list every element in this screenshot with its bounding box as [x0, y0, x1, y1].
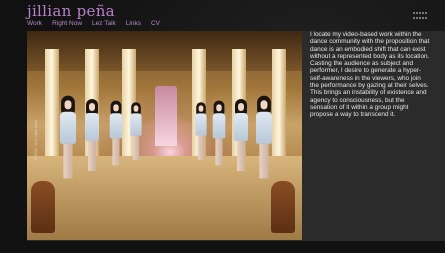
nav-item-work[interactable]: Work: [27, 20, 42, 27]
site-title[interactable]: jillian peña: [27, 2, 115, 20]
dancer-figure: [58, 95, 79, 179]
dog-figure: [31, 181, 55, 233]
dancer-figure: [211, 100, 227, 166]
nav-item-lez-talk[interactable]: Lez Talk: [92, 20, 116, 27]
image-credit: © 2008 - 2012 jillian peña: [34, 120, 38, 160]
nav-item-cv[interactable]: CV: [151, 20, 160, 27]
statement-text: I locate my video-based work within the …: [310, 31, 430, 119]
main-nav: Work Right Now Lez Talk Links CV: [27, 20, 160, 27]
dancer-figure: [83, 99, 101, 171]
nav-item-right-now[interactable]: Right Now: [52, 20, 82, 27]
dancer-figure: [108, 100, 124, 166]
page: jillian peña Work Right Now Lez Talk Lin…: [0, 0, 445, 253]
dog-figure: [271, 181, 295, 233]
dancer-figure: [194, 102, 208, 160]
dancer-figure: [254, 95, 275, 179]
ceiling: [27, 31, 302, 71]
doorway: [155, 86, 177, 146]
dancer-figure: [129, 102, 143, 160]
artwork-image: [27, 31, 302, 240]
grid-icon: [413, 12, 427, 20]
artist-statement: I locate my video-based work within the …: [310, 31, 430, 119]
dancer-figure: [232, 99, 250, 171]
nav-item-links[interactable]: Links: [126, 20, 141, 27]
